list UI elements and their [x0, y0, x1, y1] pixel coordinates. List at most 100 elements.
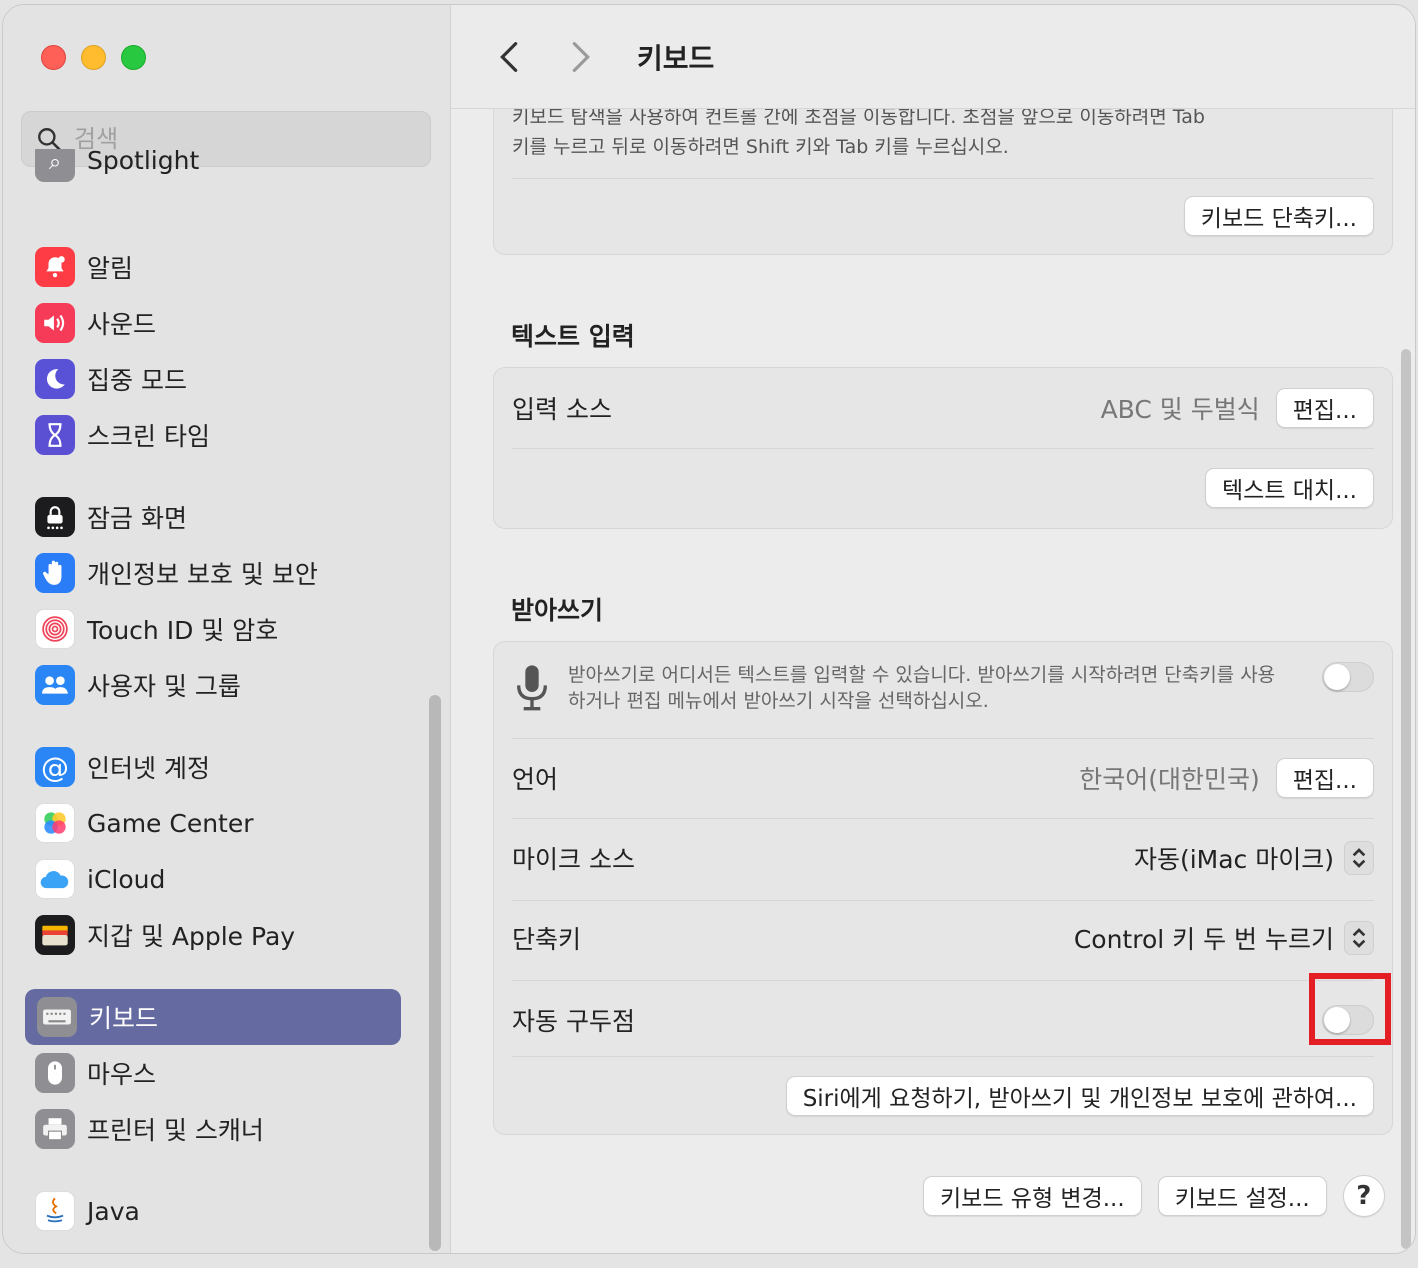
mouse-icon	[35, 1053, 75, 1093]
input-sources-row: 입력 소스 ABC 및 두벌식 편집...	[512, 388, 1374, 428]
sidebar-item-wallet[interactable]: 지갑 및 Apple Pay	[23, 907, 399, 963]
sidebar-item-label: Java	[87, 1196, 140, 1226]
sidebar-item-spotlight[interactable]: ⌕ Spotlight	[23, 149, 399, 189]
minimize-button[interactable]	[81, 45, 106, 70]
description-line: 키를 누르고 뒤로 이동하려면 Shift 키와 Tab 키를 누르십시오.	[512, 136, 1009, 158]
sidebar-item-touch-id[interactable]: Touch ID 및 암호	[23, 601, 399, 657]
sidebar-item-printers[interactable]: 프린터 및 스캐너	[23, 1101, 399, 1157]
chevron-left-icon	[500, 41, 518, 72]
keyboard-shortcuts-button[interactable]: 키보드 단축키...	[1183, 196, 1374, 236]
wallet-icon	[35, 915, 75, 955]
language-edit-button[interactable]: 편집...	[1275, 758, 1374, 798]
sidebar-item-game-center[interactable]: Game Center	[23, 795, 399, 851]
fingerprint-icon	[35, 609, 75, 649]
divider	[512, 818, 1374, 819]
sidebar-item-notifications[interactable]: 알림	[23, 239, 399, 295]
toolbar: 키보드	[451, 5, 1415, 109]
lock-icon	[35, 497, 75, 537]
description-line: 받아쓰기로 어디서든 텍스트를 입력할 수 있습니다. 받아쓰기를 시작하려면 …	[568, 664, 1276, 686]
divider	[512, 980, 1374, 981]
about-dictation-privacy-button[interactable]: Siri에게 요청하기, 받아쓰기 및 개인정보 보호에 관하여...	[785, 1076, 1374, 1116]
microphone-icon	[517, 665, 547, 711]
sidebar-item-label: 잠금 화면	[87, 504, 187, 533]
input-sources-value: ABC 및 두벌식	[1100, 395, 1260, 424]
forward-button[interactable]	[561, 37, 601, 77]
divider	[512, 178, 1374, 179]
sidebar-item-label: Spotlight	[87, 149, 200, 175]
dictation-title: 받아쓰기	[511, 596, 604, 625]
sidebar-item-label: 키보드	[89, 1004, 159, 1033]
users-icon	[35, 665, 75, 705]
sidebar-item-java[interactable]: Java	[23, 1183, 399, 1239]
divider	[512, 1056, 1374, 1057]
sidebar-item-privacy[interactable]: 개인정보 보호 및 보안	[23, 545, 399, 601]
sidebar-item-screen-time[interactable]: 스크린 타임	[23, 407, 399, 463]
shortcut-popup[interactable]	[1344, 921, 1374, 955]
description-line: 하거나 편집 메뉴에서 받아쓰기 시작을 선택하십시오.	[568, 690, 989, 712]
sidebar-item-label: 개인정보 보호 및 보안	[87, 560, 318, 589]
printer-icon	[35, 1109, 75, 1149]
divider	[512, 738, 1374, 739]
sidebar-item-keyboard[interactable]: 키보드	[25, 989, 401, 1045]
auto-punctuation-label: 자동 구두점	[512, 1007, 635, 1036]
sidebar-item-icloud[interactable]: iCloud	[23, 851, 399, 907]
sidebar-item-users[interactable]: 사용자 및 그룹	[23, 657, 399, 713]
hand-icon	[35, 553, 75, 593]
text-replacements-button[interactable]: 텍스트 대치...	[1204, 468, 1374, 508]
keyboard-setup-button[interactable]: 키보드 설정...	[1157, 1176, 1327, 1216]
text-input-title: 텍스트 입력	[511, 322, 635, 351]
sidebar-item-label: 알림	[87, 254, 134, 283]
moon-icon	[35, 359, 75, 399]
auto-punctuation-row: 자동 구두점	[512, 1000, 1374, 1040]
sidebar-item-mouse[interactable]: 마우스	[23, 1045, 399, 1101]
toggle-knob	[1324, 664, 1350, 690]
sidebar-item-label: Game Center	[87, 808, 254, 838]
highlight-box	[1309, 973, 1391, 1045]
text-input-card: 입력 소스 ABC 및 두벌식 편집... 텍스트 대치...	[493, 367, 1393, 529]
sidebar-item-label: 스크린 타임	[87, 422, 210, 451]
dictation-description: 받아쓰기로 어디서든 텍스트를 입력할 수 있습니다. 받아쓰기를 시작하려면 …	[568, 662, 1322, 714]
window-controls	[41, 45, 146, 70]
zoom-button[interactable]	[121, 45, 146, 70]
dictation-toggle[interactable]	[1322, 662, 1374, 692]
mic-source-row: 마이크 소스 자동(iMac 마이크)	[512, 838, 1374, 878]
cloud-icon	[35, 859, 75, 899]
speaker-icon	[35, 303, 75, 343]
back-button[interactable]	[489, 37, 529, 77]
input-sources-edit-button[interactable]: 편집...	[1275, 388, 1374, 428]
sidebar-item-focus[interactable]: 집중 모드	[23, 351, 399, 407]
hourglass-icon	[35, 415, 75, 455]
help-button[interactable]: ?	[1342, 1175, 1385, 1217]
change-keyboard-type-button[interactable]: 키보드 유형 변경...	[923, 1176, 1142, 1216]
keyboard-navigation-description: 키보드 탐색을 사용하여 컨트롤 간에 초점을 이동합니다. 초점을 앞으로 이…	[512, 102, 1205, 162]
close-button[interactable]	[41, 45, 66, 70]
mic-source-label: 마이크 소스	[512, 845, 635, 874]
bell-icon	[35, 247, 75, 287]
divider	[512, 448, 1374, 449]
game-center-icon	[35, 803, 75, 843]
page-title: 키보드	[637, 41, 715, 75]
divider	[512, 900, 1374, 901]
sidebar-scrollbar[interactable]	[429, 695, 441, 1251]
content-scrollbar[interactable]	[1401, 349, 1411, 1249]
settings-window: ⌕ Spotlight 알림 사운드 집중 모드	[2, 4, 1416, 1254]
java-icon	[35, 1191, 75, 1231]
sidebar: ⌕ Spotlight 알림 사운드 집중 모드	[3, 5, 451, 1253]
mic-source-value[interactable]: 자동(iMac 마이크)	[1134, 840, 1334, 876]
mic-source-popup[interactable]	[1344, 841, 1374, 875]
dictation-toggle-row: 받아쓰기로 어디서든 텍스트를 입력할 수 있습니다. 받아쓰기를 시작하려면 …	[512, 662, 1374, 716]
sidebar-item-label: 지갑 및 Apple Pay	[87, 922, 296, 951]
shortcut-value[interactable]: Control 키 두 번 누르기	[1074, 920, 1334, 956]
sidebar-item-label: iCloud	[87, 864, 166, 894]
shortcut-row: 단축키 Control 키 두 번 누르기	[512, 918, 1374, 958]
sidebar-item-internet-accounts[interactable]: @ 인터넷 계정	[23, 739, 399, 795]
sidebar-item-lock-screen[interactable]: 잠금 화면	[23, 489, 399, 545]
chevron-updown-icon	[1352, 848, 1366, 868]
language-row: 언어 한국어(대한민국) 편집...	[512, 758, 1374, 798]
dictation-card: 받아쓰기로 어디서든 텍스트를 입력할 수 있습니다. 받아쓰기를 시작하려면 …	[493, 641, 1393, 1135]
keyboard-icon	[37, 997, 77, 1037]
sidebar-item-sound[interactable]: 사운드	[23, 295, 399, 351]
settings-scroll-area: 키보드 탐색을 사용하여 컨트롤 간에 초점을 이동합니다. 초점을 앞으로 이…	[451, 5, 1415, 1253]
content-pane: 키보드 키보드 탐색을 사용하여 컨트롤 간에 초점을 이동합니다. 초점을 앞…	[451, 5, 1415, 1253]
chevron-right-icon	[572, 41, 590, 72]
